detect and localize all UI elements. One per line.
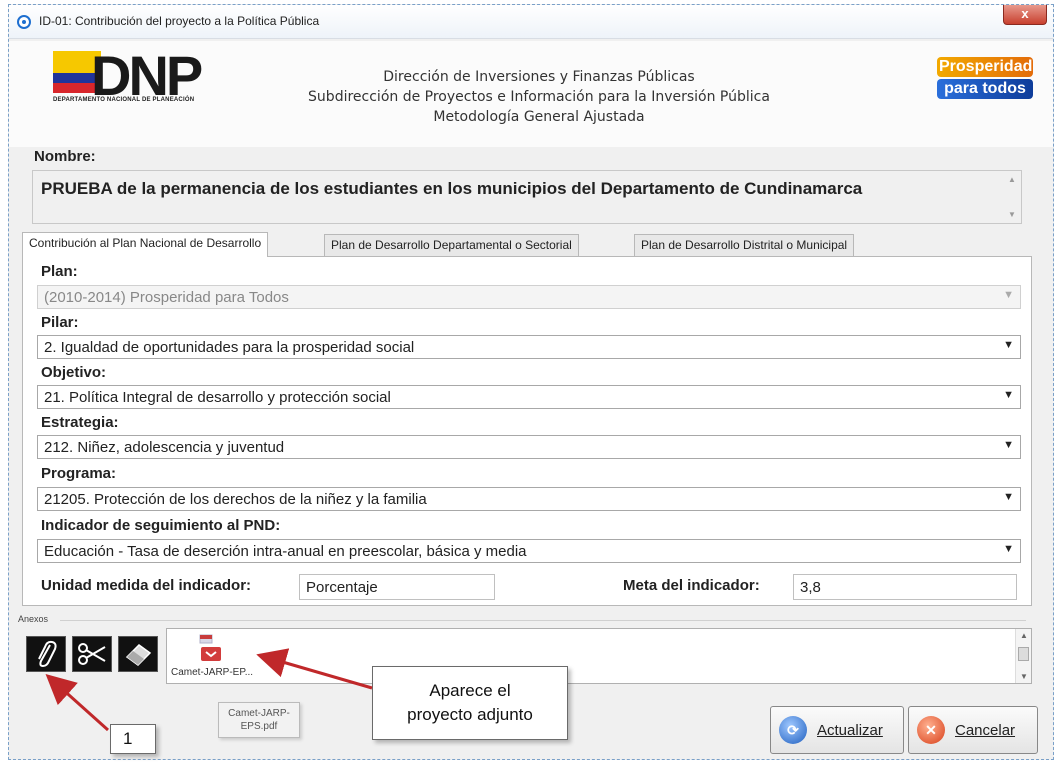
header-titles: Dirección de Inversiones y Finanzas Públ… [259,67,819,127]
callout-step-number: 1 [110,724,156,754]
cancelar-button[interactable]: ✕ Cancelar [908,706,1038,754]
attachments-scrollbar[interactable]: ▲ ▼ [1015,629,1031,683]
app-icon [17,15,31,29]
chevron-down-icon: ▼ [1003,491,1014,503]
nombre-value: PRUEBA de la permanencia de los estudian… [41,179,863,198]
dragged-file-ghost: Camet-JARP- EPS.pdf [218,702,300,738]
pilar-label: Pilar: [41,314,79,331]
anexos-divider [60,620,1026,621]
header-line-1: Dirección de Inversiones y Finanzas Públ… [383,69,695,85]
nombre-label: Nombre: [34,148,96,165]
chevron-down-icon: ▼ [1003,439,1014,451]
attach-button[interactable] [26,636,66,672]
delete-button[interactable] [118,636,158,672]
unidad-label: Unidad medida del indicador: [41,577,252,594]
window-title: ID-01: Contribución del proyecto a la Po… [39,14,320,28]
estrategia-select[interactable]: 212. Niñez, adolescencia y juventud ▼ [37,435,1021,459]
plan-select: (2010-2014) Prosperidad para Todos ▼ [37,285,1021,309]
plan-label: Plan: [41,263,78,280]
dnp-logo: DNP DEPARTAMENTO NACIONAL DE PLANEACIÓN [53,44,203,107]
tab-plan-municipal[interactable]: Plan de Desarrollo Distrital o Municipal [634,234,855,256]
estrategia-label: Estrategia: [41,414,119,431]
header-line-2: Subdirección de Proyectos e Información … [308,89,770,105]
indicador-label: Indicador de seguimiento al PND: [41,517,281,534]
anexos-label: Anexos [18,614,49,624]
callout-attached-project: Aparece el proyecto adjunto [372,666,568,740]
header-line-3: Metodología General Ajustada [433,109,645,125]
refresh-icon: ⟳ [779,716,807,744]
chevron-down-icon: ▼ [1003,543,1014,555]
objetivo-select[interactable]: 21. Política Integral de desarrollo y pr… [37,385,1021,409]
pilar-select[interactable]: 2. Igualdad de oportunidades para la pro… [37,335,1021,359]
meta-input[interactable]: 3,8 [793,574,1017,600]
prosperidad-logo: Prosperidad para todos [937,57,1033,99]
objetivo-label: Objetivo: [41,364,107,381]
title-bar: ID-01: Contribución del proyecto a la Po… [9,5,1053,39]
programa-select[interactable]: 21205. Protección de los derechos de la … [37,487,1021,511]
nombre-scrollbar[interactable]: ▲ ▼ [1005,173,1019,221]
programa-label: Programa: [41,465,117,482]
paperclip-icon [38,640,57,668]
cancel-icon: ✕ [917,716,945,744]
chevron-down-icon: ▼ [1003,339,1014,351]
scissors-icon [78,643,106,665]
nombre-textarea[interactable]: PRUEBA de la permanencia de los estudian… [32,170,1022,224]
chevron-down-icon: ▼ [1003,289,1014,301]
cut-button[interactable] [72,636,112,672]
actualizar-button[interactable]: ⟳ Actualizar [770,706,904,754]
unidad-input[interactable]: Porcentaje [299,574,495,600]
tab-plan-nacional[interactable]: Contribución al Plan Nacional de Desarro… [22,232,269,257]
header-banner: DNP DEPARTAMENTO NACIONAL DE PLANEACIÓN … [9,41,1053,147]
chevron-down-icon: ▼ [1003,389,1014,401]
pdf-file-icon [199,634,221,661]
meta-label: Meta del indicador: [623,577,760,594]
tab-plan-departamental[interactable]: Plan de Desarrollo Departamental o Secto… [324,234,579,256]
close-button[interactable]: x [1003,5,1047,25]
tab-panel: Plan: (2010-2014) Prosperidad para Todos… [22,256,1032,606]
eraser-icon [125,644,152,666]
attachment-name: Camet-JARP-EP... [171,667,254,678]
attachments-list[interactable]: Camet-JARP-EP... ▲ ▼ [166,628,1032,684]
indicador-select[interactable]: Educación - Tasa de deserción intra-anua… [37,539,1021,563]
